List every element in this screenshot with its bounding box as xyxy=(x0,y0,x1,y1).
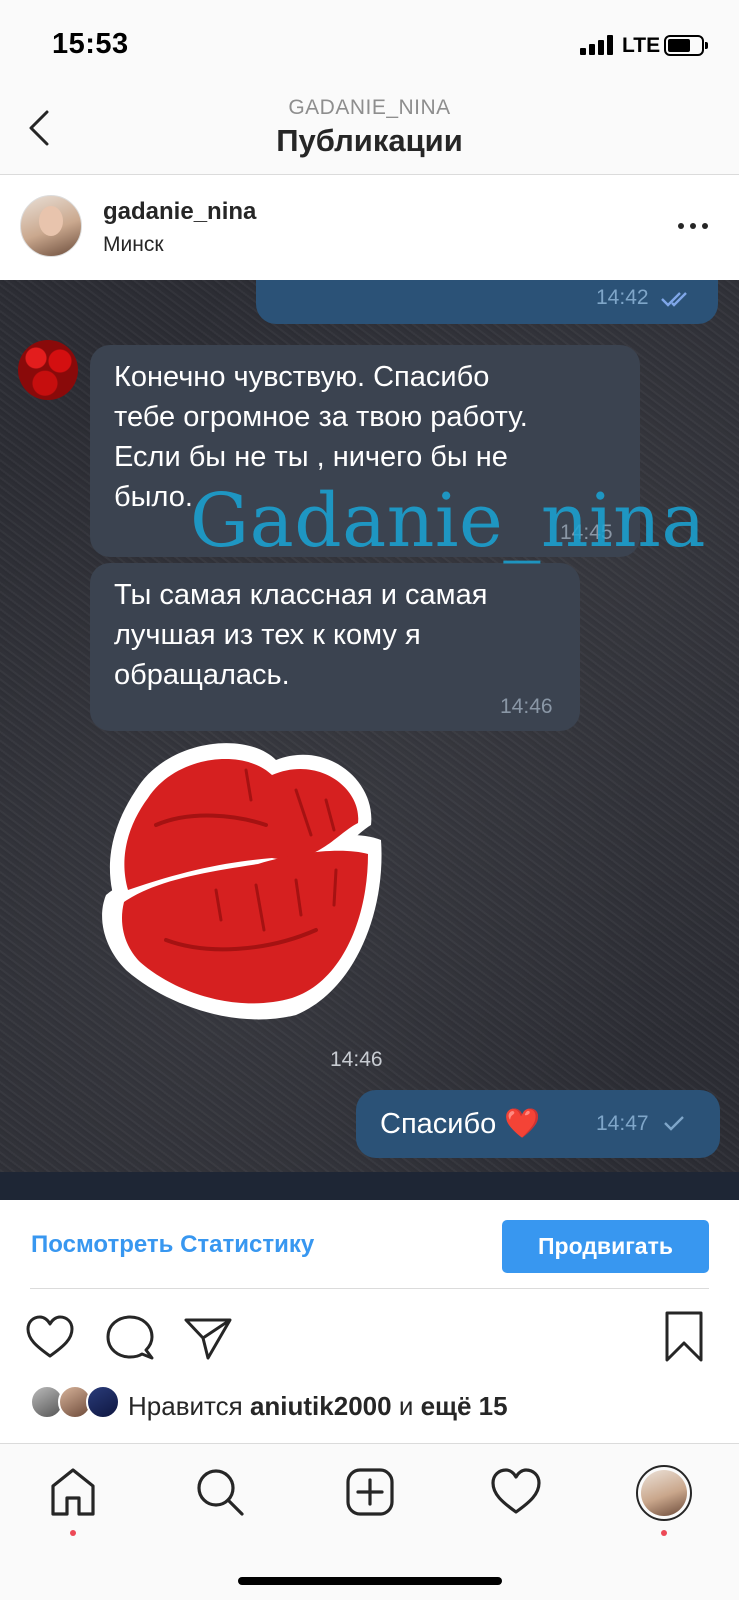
sender-avatar xyxy=(18,340,78,400)
more-options-icon[interactable] xyxy=(678,220,712,232)
profile-avatar[interactable] xyxy=(636,1465,692,1521)
check-icon xyxy=(664,1116,684,1131)
home-icon[interactable] xyxy=(45,1464,101,1520)
view-insights-link[interactable]: Посмотреть Статистику xyxy=(31,1231,314,1259)
header-subtitle: GADANIE_NINA xyxy=(288,96,451,119)
watermark: Gadanie_nina xyxy=(190,478,706,564)
double-check-icon xyxy=(661,292,687,307)
post-location[interactable]: Минск xyxy=(103,233,164,257)
promote-button[interactable]: Продвигать xyxy=(502,1220,709,1273)
divider xyxy=(30,1288,709,1289)
post-image[interactable]: 14:42 Конечно чувствую. Спасибо тебе огр… xyxy=(0,280,739,1200)
message-line: тебе огромное за твою работу. xyxy=(114,401,528,433)
post-username[interactable]: gadanie_nina xyxy=(103,198,256,226)
new-post-icon[interactable] xyxy=(342,1464,398,1520)
chat-bubble-out: Спасибо ❤️ 14:47 xyxy=(356,1090,720,1158)
notification-dot xyxy=(70,1530,76,1536)
liker-username[interactable]: aniutik2000 xyxy=(250,1391,392,1421)
avatar xyxy=(86,1385,120,1419)
message-time: 14:47 xyxy=(596,1112,649,1135)
lips-sticker xyxy=(102,743,382,1020)
share-icon[interactable] xyxy=(182,1312,234,1364)
nav-header: GADANIE_NINA Публикации xyxy=(0,90,739,175)
signal-icon xyxy=(580,35,614,55)
comment-icon[interactable] xyxy=(104,1312,156,1364)
post-header: gadanie_nina Минск xyxy=(0,176,739,280)
search-icon[interactable] xyxy=(192,1464,248,1520)
message-time: 14:46 xyxy=(500,695,553,718)
likes-summary[interactable]: Нравится aniutik2000 и ещё 15 xyxy=(128,1391,508,1422)
message-line: лучшая из тех к кому я xyxy=(114,619,421,651)
likes-prefix: Нравится xyxy=(128,1391,250,1421)
network-type: LTE xyxy=(622,34,661,57)
home-indicator xyxy=(238,1577,502,1585)
likes-count[interactable]: ещё 15 xyxy=(421,1391,508,1421)
message-text: Спасибо ❤️ xyxy=(380,1108,541,1140)
status-bar: 15:53 LTE xyxy=(0,0,739,90)
page-title: Публикации xyxy=(276,123,463,158)
likes-middle: и xyxy=(391,1391,421,1421)
chat-bubble-in: Ты самая классная и самая лучшая из тех … xyxy=(90,563,580,731)
message-time: 14:46 xyxy=(330,1048,383,1071)
chat-bubble-out: 14:42 xyxy=(256,280,718,324)
activity-icon[interactable] xyxy=(488,1464,544,1520)
message-time: 14:42 xyxy=(596,286,649,309)
battery-icon xyxy=(664,35,708,56)
message-line: было. xyxy=(114,481,193,513)
message-line: обращалась. xyxy=(114,659,290,691)
message-line: Конечно чувствую. Спасибо xyxy=(114,361,490,393)
notification-dot xyxy=(661,1530,667,1536)
like-heart-icon[interactable] xyxy=(24,1312,76,1364)
bottom-tab-bar xyxy=(0,1443,739,1600)
avatar[interactable] xyxy=(20,195,82,257)
save-bookmark-icon[interactable] xyxy=(662,1310,706,1364)
message-line: Ты самая классная и самая xyxy=(114,579,488,611)
message-line: Если бы не ты , ничего бы не xyxy=(114,441,508,473)
status-time: 15:53 xyxy=(52,28,129,60)
